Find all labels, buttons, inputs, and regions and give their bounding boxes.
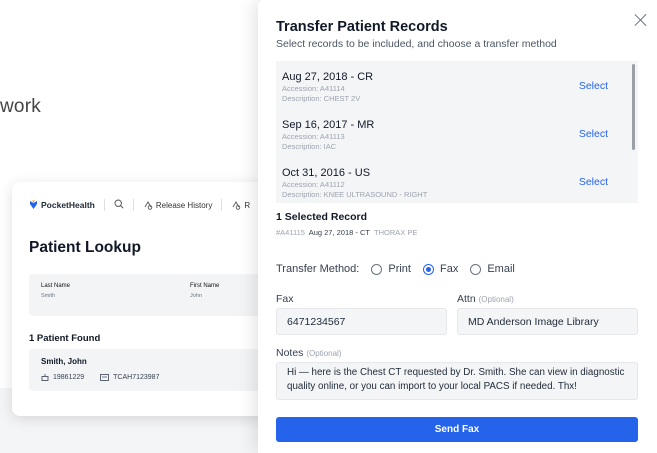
record-title: Aug 27, 2018 - CR bbox=[282, 71, 374, 83]
patient-name: Smith, John bbox=[41, 357, 87, 366]
pockethealth-logo-icon bbox=[29, 200, 38, 210]
transfer-method-group: Transfer Method: Print Fax Email bbox=[276, 262, 527, 276]
first-name-field[interactable]: First Name John bbox=[190, 283, 219, 299]
select-record-button[interactable]: Select bbox=[579, 80, 608, 92]
background-partial-text: work bbox=[0, 96, 41, 117]
record-description: Description: CHEST 2V bbox=[282, 94, 361, 103]
notes-field-label: Notes (Optional) bbox=[276, 347, 341, 359]
record-title: Sep 16, 2017 - MR bbox=[282, 119, 375, 131]
birthday-icon bbox=[41, 374, 49, 381]
transfer-method-label: Transfer Method: bbox=[276, 263, 360, 275]
first-name-label: First Name bbox=[190, 283, 220, 289]
selected-record-date: Aug 27, 2018 - CT bbox=[308, 228, 370, 237]
record-accession: Accession: A41113 bbox=[282, 132, 345, 141]
id-card-icon bbox=[100, 373, 110, 381]
email-radio[interactable] bbox=[470, 263, 482, 275]
nav-divider bbox=[132, 199, 134, 211]
patient-dob: 19861229 bbox=[53, 373, 85, 381]
record-accession: Accession: A41112 bbox=[282, 180, 345, 189]
fax-radio[interactable] bbox=[422, 263, 434, 275]
release-history-icon bbox=[144, 201, 153, 210]
last-name-field[interactable]: Last Name Smith bbox=[41, 283, 70, 299]
nav-divider bbox=[221, 199, 223, 211]
select-record-button[interactable]: Select bbox=[579, 128, 608, 140]
search-icon[interactable] bbox=[114, 199, 124, 211]
record-title: Oct 31, 2016 - US bbox=[282, 167, 371, 179]
close-icon[interactable] bbox=[634, 13, 648, 27]
request-icon bbox=[232, 201, 241, 210]
fax-field-label: Fax bbox=[276, 293, 294, 305]
attn-label: Attn bbox=[457, 293, 476, 305]
print-label: Print bbox=[388, 263, 411, 275]
patient-meta: 19861229 TCAH7123987 bbox=[41, 373, 159, 381]
selected-record-description: THORAX PE bbox=[374, 228, 418, 237]
modal-title: Transfer Patient Records bbox=[276, 19, 448, 35]
nav-divider bbox=[103, 199, 105, 211]
app-nav: PocketHealth Release History R bbox=[29, 198, 250, 212]
record-description: Description: IAC bbox=[282, 142, 337, 151]
record-item: Sep 16, 2017 - MR Accession: A41113 Desc… bbox=[282, 119, 612, 151]
method-option-email[interactable]: Email bbox=[470, 263, 515, 275]
records-list[interactable]: Aug 27, 2018 - CR Accession: A41114 Desc… bbox=[276, 61, 638, 203]
attn-optional-hint: (Optional) bbox=[478, 295, 514, 304]
record-accession: Accession: A41114 bbox=[282, 84, 345, 93]
selected-record-item: #A41115 Aug 27, 2018 - CT THORAX PE bbox=[276, 228, 417, 237]
last-name-value: Smith bbox=[41, 293, 56, 299]
selected-record-id: #A41115 bbox=[276, 228, 305, 237]
nav-truncated-label: R bbox=[244, 200, 251, 210]
selected-records-heading: 1 Selected Record bbox=[276, 211, 368, 223]
notes-textarea[interactable]: Hi — here is the Chest CT requested by D… bbox=[276, 362, 638, 400]
email-label: Email bbox=[487, 263, 515, 275]
logo[interactable]: PocketHealth bbox=[29, 200, 95, 210]
last-name-label: Last Name bbox=[41, 283, 71, 289]
record-item: Oct 31, 2016 - US Accession: A41112 Desc… bbox=[282, 167, 612, 199]
method-option-print[interactable]: Print bbox=[371, 263, 411, 275]
fax-number-input[interactable]: 6471234567 bbox=[276, 308, 447, 335]
nav-release-history-label: Release History bbox=[155, 200, 213, 210]
page-title: Patient Lookup bbox=[29, 239, 141, 256]
select-record-button[interactable]: Select bbox=[579, 176, 608, 188]
first-name-value: John bbox=[190, 293, 202, 299]
send-fax-button[interactable]: Send Fax bbox=[276, 417, 638, 442]
nav-truncated-item[interactable]: R bbox=[231, 200, 250, 210]
fax-label: Fax bbox=[439, 263, 459, 275]
records-scrollbar[interactable] bbox=[632, 64, 635, 150]
notes-optional-hint: (Optional) bbox=[306, 349, 342, 358]
results-count: 1 Patient Found bbox=[29, 333, 101, 344]
record-description: Description: KNEE ULTRASOUND - RIGHT bbox=[282, 190, 428, 199]
nav-release-history[interactable]: Release History bbox=[143, 200, 212, 210]
print-radio[interactable] bbox=[371, 263, 383, 275]
transfer-records-modal: Transfer Patient Records Select records … bbox=[258, 0, 657, 453]
attn-input[interactable]: MD Anderson Image Library bbox=[457, 308, 638, 335]
patient-mrn: TCAH7123987 bbox=[113, 373, 160, 381]
attn-field-label: Attn (Optional) bbox=[457, 293, 514, 305]
modal-subtitle: Select records to be included, and choos… bbox=[276, 38, 557, 50]
method-option-fax[interactable]: Fax bbox=[422, 263, 459, 275]
notes-label: Notes bbox=[276, 347, 304, 359]
record-item: Aug 27, 2018 - CR Accession: A41114 Desc… bbox=[282, 71, 612, 103]
brand-name: PocketHealth bbox=[41, 200, 95, 210]
